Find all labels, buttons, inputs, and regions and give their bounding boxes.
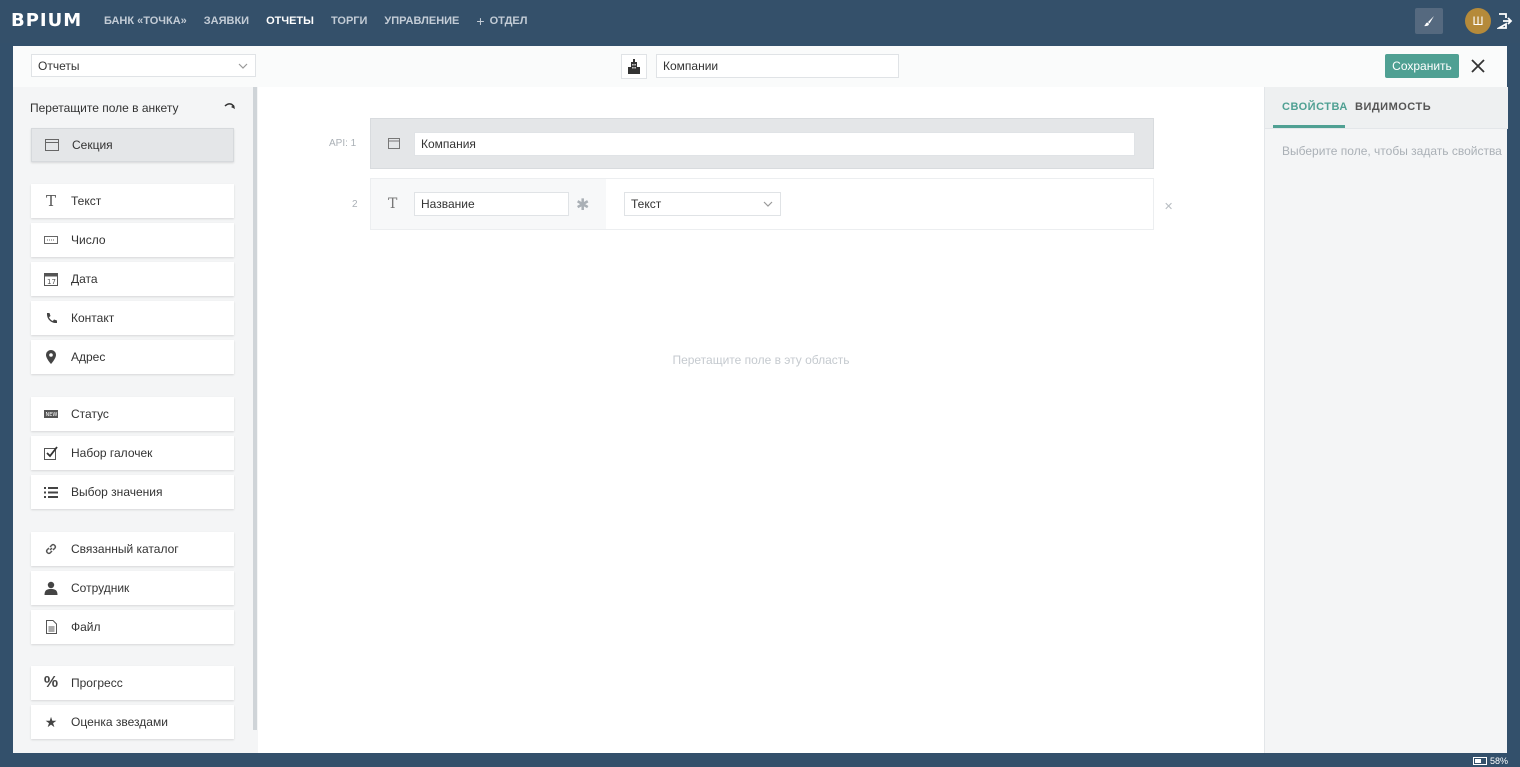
palette-item-label: Прогресс — [71, 676, 123, 690]
field-type-value: Текст — [631, 197, 662, 211]
text-icon: T — [388, 196, 398, 212]
field-name-input[interactable]: Название — [414, 192, 569, 216]
main-nav: БАНК «ТОЧКА» ЗАЯВКИ ОТЧЕТЫ ТОРГИ УПРАВЛЕ… — [104, 14, 545, 28]
top-bar: BPIUM БАНК «ТОЧКА» ЗАЯВКИ ОТЧЕТЫ ТОРГИ У… — [0, 0, 1520, 43]
palette-item-checkboxes[interactable]: Набор галочек — [31, 436, 234, 470]
section-api-label: API: 1 — [329, 138, 357, 149]
catalog-name-input[interactable]: Компании — [656, 54, 899, 78]
percent-icon: % — [43, 674, 59, 691]
palette-item-label: Дата — [71, 272, 98, 286]
section-select[interactable]: Отчеты — [31, 54, 256, 77]
list-icon — [31, 486, 71, 498]
chevron-down-icon — [238, 63, 248, 69]
map-pin-icon — [31, 350, 71, 364]
properties-tabs: СВОЙСТВА ВИДИМОСТЬ — [1265, 87, 1508, 129]
field-api-label: 2 — [352, 199, 358, 210]
palette-item-label: Связанный каталог — [71, 542, 179, 556]
palette-item-label: Статус — [71, 407, 109, 421]
battery-indicator: 58% — [1473, 756, 1508, 766]
catalog-editor: Отчеты Компании Сохранить Перетащите пол… — [13, 46, 1508, 753]
palette-item-select[interactable]: Выбор значения — [31, 475, 234, 509]
field-palette: Перетащите поле в анкету Секция T Текст … — [13, 87, 258, 753]
sidebar-scrollbar[interactable] — [253, 87, 257, 730]
text-icon: T — [45, 192, 56, 210]
logout-icon[interactable] — [1497, 12, 1513, 30]
file-icon — [31, 620, 71, 634]
palette-item-label: Текст — [71, 194, 102, 208]
checkbox-icon — [31, 446, 71, 460]
status-icon: NEW — [31, 410, 71, 418]
tab-visibility[interactable]: ВИДИМОСТЬ — [1355, 101, 1431, 113]
palette-item-label: Адрес — [71, 350, 106, 364]
form-canvas: API: 1 Компания 2 T Название ✱ Текст ✕ П… — [258, 87, 1264, 753]
chevron-down-icon — [763, 201, 773, 207]
catalog-icon-button[interactable] — [621, 54, 647, 79]
active-tab-indicator — [1273, 125, 1345, 128]
app-logo[interactable]: BPIUM — [11, 10, 82, 31]
plus-icon[interactable]: + — [476, 14, 484, 28]
editor-header: Отчеты Компании Сохранить — [13, 46, 1507, 88]
brush-icon — [1424, 16, 1434, 27]
number-icon — [31, 236, 71, 244]
palette-item-progress[interactable]: % Прогресс — [31, 666, 234, 700]
tools-button[interactable] — [1415, 8, 1443, 34]
palette-item-label: Секция — [72, 138, 113, 152]
drop-zone-hint: Перетащите поле в эту область — [672, 353, 850, 367]
nav-item-requests[interactable]: ЗАЯВКИ — [204, 15, 249, 27]
palette-item-status[interactable]: NEW Статус — [31, 397, 234, 431]
section-name-input[interactable]: Компания — [414, 132, 1135, 156]
properties-panel: СВОЙСТВА ВИДИМОСТЬ Выберите поле, чтобы … — [1264, 87, 1508, 753]
section-icon — [32, 139, 72, 151]
nav-add-department[interactable]: ОТДЕЛ — [490, 15, 528, 27]
field-type-select[interactable]: Текст — [624, 192, 781, 216]
curved-arrow-icon — [224, 103, 235, 109]
palette-item-label: Сотрудник — [71, 581, 130, 595]
save-button[interactable]: Сохранить — [1385, 54, 1459, 78]
battery-level: 58% — [1490, 756, 1509, 766]
palette-item-label: Выбор значения — [71, 485, 163, 499]
palette-item-rating[interactable]: ★ Оценка звездами — [31, 705, 234, 739]
user-icon — [31, 581, 71, 595]
building-icon — [628, 58, 640, 74]
palette-hint: Перетащите поле в анкету — [30, 101, 179, 115]
properties-hint: Выберите поле, чтобы задать свойства — [1282, 144, 1502, 158]
user-avatar[interactable]: Ш — [1465, 8, 1491, 34]
calendar-icon: 17 — [31, 272, 71, 286]
palette-item-contact[interactable]: Контакт — [31, 301, 234, 335]
close-icon[interactable] — [1471, 59, 1485, 73]
tab-properties[interactable]: СВОЙСТВА — [1282, 101, 1348, 113]
palette-item-label: Файл — [71, 620, 101, 634]
remove-field-icon[interactable]: ✕ — [1164, 200, 1173, 213]
form-section[interactable]: Компания — [370, 118, 1154, 169]
star-icon: ★ — [44, 713, 58, 730]
palette-item-file[interactable]: Файл — [31, 610, 234, 644]
palette-item-address[interactable]: Адрес — [31, 340, 234, 374]
link-icon — [31, 542, 71, 556]
section-icon — [388, 138, 400, 149]
palette-item-label: Набор галочек — [71, 446, 153, 460]
section-select-value: Отчеты — [38, 59, 80, 73]
palette-item-label: Контакт — [71, 311, 115, 325]
palette-item-label: Оценка звездами — [71, 715, 168, 729]
palette-item-employee[interactable]: Сотрудник — [31, 571, 234, 605]
nav-item-reports[interactable]: ОТЧЕТЫ — [266, 15, 314, 27]
svg-text:17: 17 — [47, 278, 56, 286]
palette-item-text[interactable]: T Текст — [31, 184, 234, 218]
required-asterisk-icon[interactable]: ✱ — [576, 195, 589, 215]
palette-item-label: Число — [71, 233, 106, 247]
nav-item-management[interactable]: УПРАВЛЕНИЕ — [384, 15, 459, 27]
battery-icon — [1473, 757, 1487, 765]
form-field-row[interactable]: T Название ✱ Текст — [370, 178, 1154, 230]
svg-text:NEW: NEW — [46, 412, 58, 418]
nav-item-auctions[interactable]: ТОРГИ — [331, 15, 367, 27]
nav-item-bank[interactable]: БАНК «ТОЧКА» — [104, 15, 187, 27]
palette-item-section[interactable]: Секция — [31, 128, 234, 162]
palette-item-number[interactable]: Число — [31, 223, 234, 257]
phone-icon — [31, 312, 71, 325]
palette-item-date[interactable]: 17 Дата — [31, 262, 234, 296]
palette-item-linked-catalog[interactable]: Связанный каталог — [31, 532, 234, 566]
